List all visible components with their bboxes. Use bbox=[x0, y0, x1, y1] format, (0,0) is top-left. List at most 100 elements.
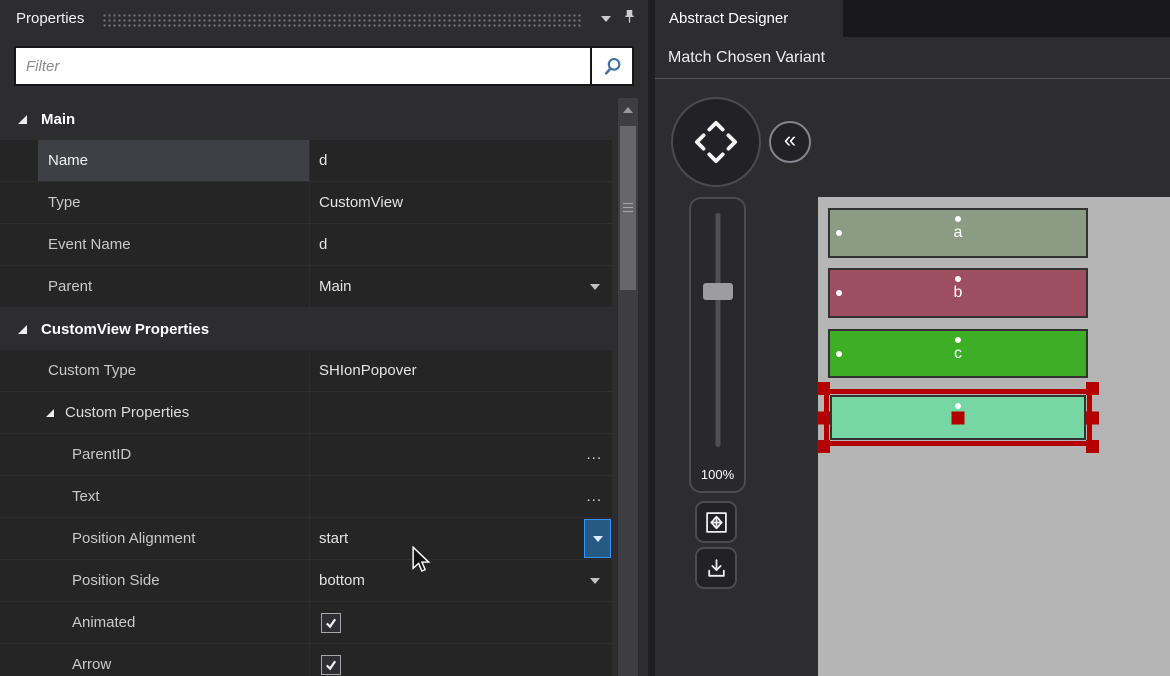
canvas-element-b[interactable]: b bbox=[828, 268, 1088, 318]
window-menu-chevron-icon[interactable] bbox=[601, 15, 611, 22]
anchor-dot bbox=[836, 230, 842, 236]
property-row-position-side[interactable]: Position Side bottom bbox=[0, 560, 612, 602]
property-label-cell[interactable]: Custom Type bbox=[38, 350, 310, 391]
property-grid: Main Name d Type CustomView Event Name d… bbox=[0, 98, 612, 676]
titlebar-drag-texture[interactable] bbox=[102, 12, 583, 28]
pan-control[interactable] bbox=[671, 97, 761, 187]
resize-handle[interactable] bbox=[1086, 411, 1099, 424]
app-window: Properties Main bbox=[0, 0, 1170, 676]
resize-handle[interactable] bbox=[817, 440, 830, 453]
property-row-name[interactable]: Name d bbox=[0, 140, 612, 182]
chevron-down-icon[interactable] bbox=[590, 577, 600, 584]
designer-workspace: a b c « 100% bbox=[655, 80, 1170, 676]
property-value-cell[interactable] bbox=[311, 392, 612, 433]
category-row-main[interactable]: Main bbox=[0, 98, 612, 140]
resize-handle[interactable] bbox=[817, 382, 830, 395]
property-value-cell[interactable] bbox=[311, 602, 612, 643]
expander-icon[interactable] bbox=[18, 324, 27, 334]
property-label-cell[interactable]: Arrow bbox=[38, 644, 310, 676]
property-label-cell[interactable]: Position Side bbox=[38, 560, 310, 601]
checkbox-checked[interactable] bbox=[321, 654, 341, 675]
move-handle[interactable] bbox=[951, 411, 965, 424]
dropdown-button-focused[interactable] bbox=[584, 519, 611, 558]
property-label-cell[interactable]: Custom Properties bbox=[38, 392, 310, 433]
download-icon bbox=[707, 558, 725, 577]
category-row-customview-properties[interactable]: CustomView Properties bbox=[0, 308, 612, 350]
property-row-custom-type[interactable]: Custom Type SHIonPopover bbox=[0, 350, 612, 392]
property-row-text[interactable]: Text ... bbox=[0, 476, 612, 518]
property-value-cell[interactable]: start bbox=[311, 518, 612, 559]
designer-tabstrip: Abstract Designer bbox=[655, 0, 1170, 37]
designer-toolbar-title: Match Chosen Variant bbox=[668, 48, 826, 66]
checkmark-icon bbox=[326, 660, 337, 671]
property-label: Animated bbox=[72, 614, 136, 631]
zoom-slider-thumb[interactable] bbox=[702, 283, 733, 300]
property-label-cell[interactable]: Event Name bbox=[38, 224, 310, 265]
property-label: Event Name bbox=[48, 236, 131, 253]
property-label-cell[interactable]: Type bbox=[38, 182, 310, 223]
property-row-parentid[interactable]: ParentID ... bbox=[0, 434, 612, 476]
property-value-cell[interactable]: SHIonPopover bbox=[311, 350, 612, 391]
fit-view-button[interactable] bbox=[695, 501, 737, 543]
property-value-cell[interactable]: d bbox=[311, 224, 612, 265]
scrollbar-up-arrow-icon[interactable] bbox=[623, 107, 633, 113]
property-value-cell[interactable]: CustomView bbox=[311, 182, 612, 223]
search-button[interactable] bbox=[590, 48, 632, 84]
properties-titlebar[interactable]: Properties bbox=[0, 0, 648, 37]
zoom-slider-track[interactable] bbox=[715, 213, 720, 447]
canvas-element-c[interactable]: c bbox=[828, 329, 1088, 378]
property-value-cell[interactable]: ... bbox=[311, 476, 612, 517]
canvas-element-label: a bbox=[953, 224, 963, 241]
tab-abstract-designer[interactable]: Abstract Designer bbox=[655, 0, 843, 37]
canvas-element-label: c bbox=[954, 344, 962, 362]
property-label: Type bbox=[48, 194, 81, 211]
scrollbar-thumb[interactable] bbox=[620, 126, 636, 290]
expander-icon[interactable] bbox=[18, 114, 27, 124]
properties-scrollbar[interactable] bbox=[618, 98, 638, 676]
property-row-event-name[interactable]: Event Name d bbox=[0, 224, 612, 266]
pin-icon[interactable] bbox=[623, 9, 636, 28]
design-canvas[interactable]: a b c bbox=[817, 197, 1170, 676]
resize-handle[interactable] bbox=[1086, 382, 1099, 395]
property-value-cell[interactable]: bottom bbox=[311, 560, 612, 601]
property-row-animated[interactable]: Animated bbox=[0, 602, 612, 644]
filter-box bbox=[14, 46, 634, 86]
export-button[interactable] bbox=[695, 547, 737, 589]
property-label-cell[interactable]: Name bbox=[38, 140, 310, 181]
canvas-element-a[interactable]: a bbox=[828, 208, 1088, 258]
property-label-cell[interactable]: Parent bbox=[38, 266, 310, 307]
arrow-down-icon bbox=[707, 152, 725, 164]
property-label: Position Side bbox=[72, 572, 160, 589]
anchor-dot bbox=[955, 216, 961, 222]
property-label-cell[interactable]: Text bbox=[38, 476, 310, 517]
property-label-cell[interactable]: Animated bbox=[38, 602, 310, 643]
property-row-parent[interactable]: Parent Main bbox=[0, 266, 612, 308]
resize-handle[interactable] bbox=[817, 411, 830, 424]
checkbox-checked[interactable] bbox=[321, 612, 341, 633]
resize-handle[interactable] bbox=[1086, 440, 1099, 453]
ellipsis-button[interactable]: ... bbox=[586, 434, 602, 475]
property-label: Parent bbox=[48, 278, 93, 295]
property-row-type[interactable]: Type CustomView bbox=[0, 182, 612, 224]
property-label-cell[interactable]: Position Alignment bbox=[38, 518, 310, 559]
property-value-cell[interactable]: ... bbox=[311, 434, 612, 475]
arrow-right-icon bbox=[726, 133, 738, 151]
property-value: Main bbox=[319, 278, 352, 295]
property-label-cell[interactable]: ParentID bbox=[38, 434, 310, 475]
canvas-element-d-selected[interactable] bbox=[817, 382, 1099, 453]
property-value-cell[interactable]: d bbox=[311, 140, 612, 181]
zoom-level-label: 100% bbox=[700, 467, 735, 482]
property-row-arrow[interactable]: Arrow bbox=[0, 644, 612, 676]
collapse-panel-button[interactable]: « bbox=[769, 121, 811, 163]
chevron-down-icon[interactable] bbox=[590, 283, 600, 290]
filter-input[interactable] bbox=[16, 48, 590, 84]
property-value-cell[interactable]: Main bbox=[311, 266, 612, 307]
properties-panel-title: Properties bbox=[16, 10, 85, 27]
properties-panel: Properties Main bbox=[0, 0, 648, 676]
property-value-cell[interactable] bbox=[311, 644, 612, 676]
ellipsis-button[interactable]: ... bbox=[586, 476, 602, 517]
expander-icon[interactable] bbox=[46, 408, 54, 417]
property-row-custom-properties[interactable]: Custom Properties bbox=[0, 392, 612, 434]
anchor-dot bbox=[836, 350, 842, 357]
property-row-position-alignment[interactable]: Position Alignment start bbox=[0, 518, 612, 560]
